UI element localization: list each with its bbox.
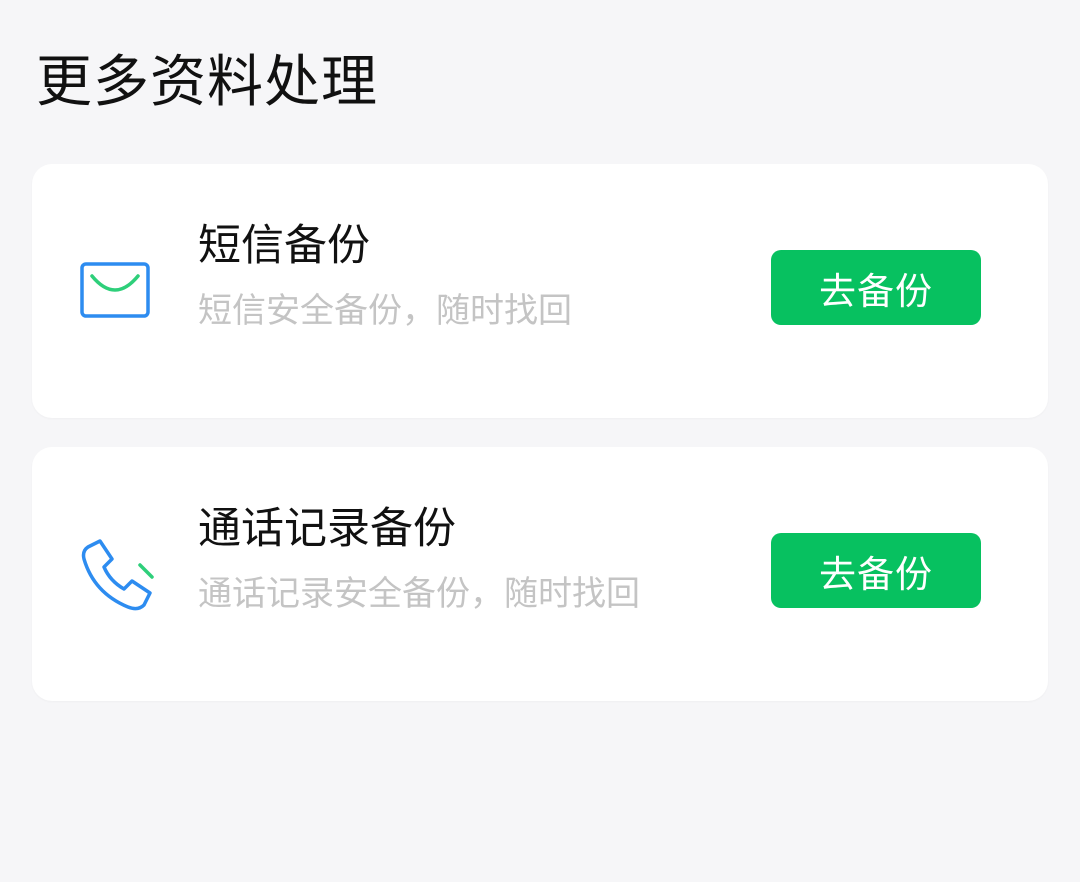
page-title: 更多资料处理: [36, 50, 378, 115]
envelope-icon: [80, 262, 150, 318]
phone-icon: [81, 539, 154, 611]
sms-backup-button[interactable]: 去备份: [771, 250, 981, 325]
card-description: 短信安全备份，随时找回: [198, 291, 572, 331]
sms-backup-card: 短信备份 短信安全备份，随时找回 去备份: [32, 164, 1048, 418]
card-title: 通话记录备份: [198, 504, 456, 554]
call-log-backup-card: 通话记录备份 通话记录安全备份，随时找回 去备份: [32, 447, 1048, 701]
call-log-backup-button[interactable]: 去备份: [771, 533, 981, 608]
card-description: 通话记录安全备份，随时找回: [198, 574, 640, 614]
card-title: 短信备份: [198, 221, 370, 271]
